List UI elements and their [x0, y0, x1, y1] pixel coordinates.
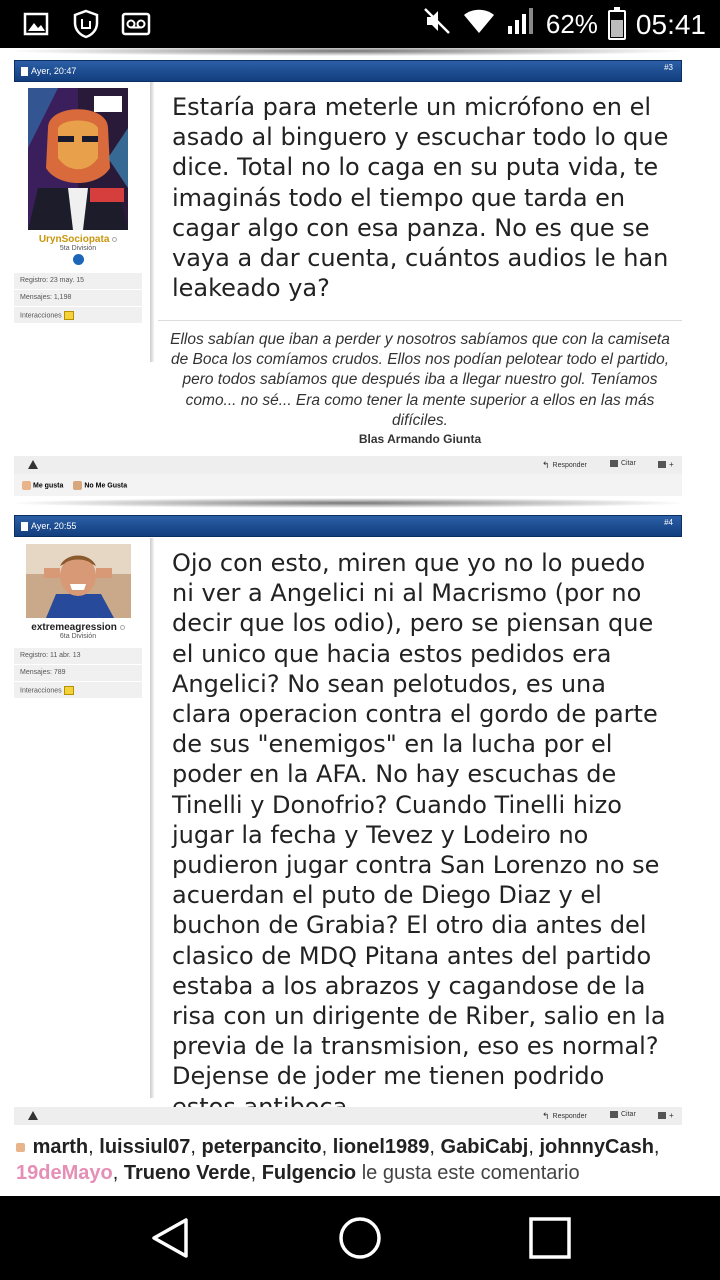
post-content: Ojo con esto, miren que yo no lo puedo n… — [172, 549, 666, 1121]
multiquote-icon — [658, 461, 666, 468]
user-info: Registro: 11 abr. 13 Mensajes: 789 Inter… — [14, 648, 142, 698]
post-actions: ↰ Responder Citar + — [14, 456, 682, 474]
user-message-count: Mensajes: 1,198 — [14, 290, 142, 306]
report-icon[interactable] — [28, 460, 38, 469]
multiquote-button[interactable]: + — [658, 460, 674, 469]
user-info: Registro: 23 may. 15 Mensajes: 1,198 Int… — [14, 273, 142, 323]
back-triangle-icon — [152, 1218, 188, 1258]
post-number[interactable]: #3 — [664, 63, 673, 72]
user-box: extremeagression 6ta División Registro: … — [14, 544, 142, 699]
thumbs-down-icon — [73, 480, 83, 490]
liker-name[interactable]: Fulgencio — [262, 1162, 356, 1184]
post-actions: ↰ Responder Citar + — [14, 1107, 682, 1125]
separator-shadow — [14, 498, 682, 508]
offline-status-icon — [119, 625, 125, 630]
document-icon — [21, 66, 28, 76]
user-box: UrynSociopata 5ta División Registro: 23 … — [14, 88, 142, 324]
likers-suffix: le gusta este comentario — [361, 1162, 580, 1184]
navigation-bar — [0, 1196, 720, 1280]
reply-button[interactable]: ↰ Responder — [542, 1111, 587, 1122]
report-icon[interactable] — [28, 1111, 38, 1120]
user-registration: Registro: 23 may. 15 — [14, 273, 142, 289]
home-circle-icon — [339, 1217, 381, 1259]
liker-name[interactable]: peterpancito — [202, 1136, 322, 1158]
likers-list: marth, luissiul07, peterpancito, lionel1… — [16, 1136, 660, 1184]
reply-button[interactable]: ↰ Responder — [542, 460, 587, 471]
post-date: Ayer, 20:55 — [31, 521, 77, 531]
recents-square-icon — [529, 1217, 571, 1259]
user-message-count: Mensajes: 789 — [14, 665, 142, 681]
back-button[interactable] — [148, 1216, 192, 1260]
post-header: Ayer, 20:47 #3 — [14, 60, 682, 82]
quote-button[interactable]: Citar — [610, 1111, 636, 1118]
battery-icon — [607, 6, 626, 40]
shield-hand-icon — [70, 8, 102, 40]
image-icon — [20, 8, 52, 40]
post-content: Estaría para meterle un micrófono en el … — [172, 93, 669, 303]
column-divider — [150, 538, 154, 1098]
liker-name[interactable]: marth — [33, 1136, 89, 1158]
avatar[interactable] — [28, 88, 128, 230]
home-button[interactable] — [338, 1216, 382, 1260]
user-rank: 5ta División — [59, 245, 97, 252]
document-icon — [21, 521, 28, 531]
interactions-icon — [63, 311, 74, 320]
reply-icon: ↰ — [542, 460, 550, 470]
username[interactable]: extremeagression — [14, 622, 142, 633]
user-registration: Registro: 11 abr. 13 — [14, 648, 142, 664]
separator-shadow — [14, 48, 682, 56]
multiquote-button[interactable]: + — [658, 1111, 674, 1120]
post-number[interactable]: #4 — [664, 518, 673, 527]
reply-icon: ↰ — [542, 1111, 550, 1121]
dislike-button[interactable]: No Me Gusta — [73, 480, 127, 490]
avatar[interactable] — [25, 544, 131, 618]
clock: 05:41 — [635, 8, 706, 40]
interactions-icon — [63, 686, 74, 695]
verified-badge-icon — [72, 254, 84, 265]
user-interactions[interactable]: Interacciones — [14, 307, 142, 323]
status-bar: 62% 05:41 — [0, 0, 720, 48]
like-bar: Me gusta No Me Gusta — [14, 474, 682, 496]
quote-icon — [610, 1111, 618, 1118]
post-date: Ayer, 20:47 — [31, 66, 77, 76]
wifi-icon — [462, 6, 496, 43]
thumbs-up-icon — [16, 1143, 25, 1153]
username[interactable]: UrynSociopata — [14, 234, 142, 245]
forum-page[interactable]: Ayer, 20:47 #3 UrynSociopata 5ta Divisió… — [0, 48, 720, 1196]
liker-name[interactable]: luissiul07 — [99, 1136, 190, 1158]
liker-name[interactable]: Trueno Verde — [124, 1162, 251, 1184]
signature-author: Blas Armando Giunta — [358, 432, 482, 446]
recents-button[interactable] — [528, 1216, 572, 1260]
like-button[interactable]: Me gusta — [22, 480, 63, 490]
signal-icon — [506, 6, 536, 43]
column-divider — [150, 82, 154, 362]
liker-name[interactable]: GabiCabj — [441, 1136, 529, 1158]
liker-name[interactable]: lionel1989 — [333, 1136, 430, 1158]
liker-name[interactable]: 19deMayo — [16, 1162, 113, 1184]
post-header: Ayer, 20:55 #4 — [14, 515, 682, 537]
multiquote-icon — [658, 1112, 666, 1119]
signature-quote: Ellos sabían que iban a perder y nosotro… — [170, 331, 670, 429]
voicemail-icon — [120, 8, 152, 40]
user-interactions[interactable]: Interacciones — [14, 682, 142, 698]
liker-name[interactable]: johnnyCash — [539, 1136, 653, 1158]
quote-icon — [610, 460, 618, 467]
mute-icon — [422, 6, 452, 43]
thumbs-up-icon — [22, 480, 31, 490]
battery-percent: 62% — [545, 9, 598, 39]
user-rank: 6ta División — [59, 633, 97, 640]
offline-status-icon — [112, 237, 118, 242]
quote-button[interactable]: Citar — [610, 460, 636, 467]
signature-divider — [158, 320, 682, 321]
